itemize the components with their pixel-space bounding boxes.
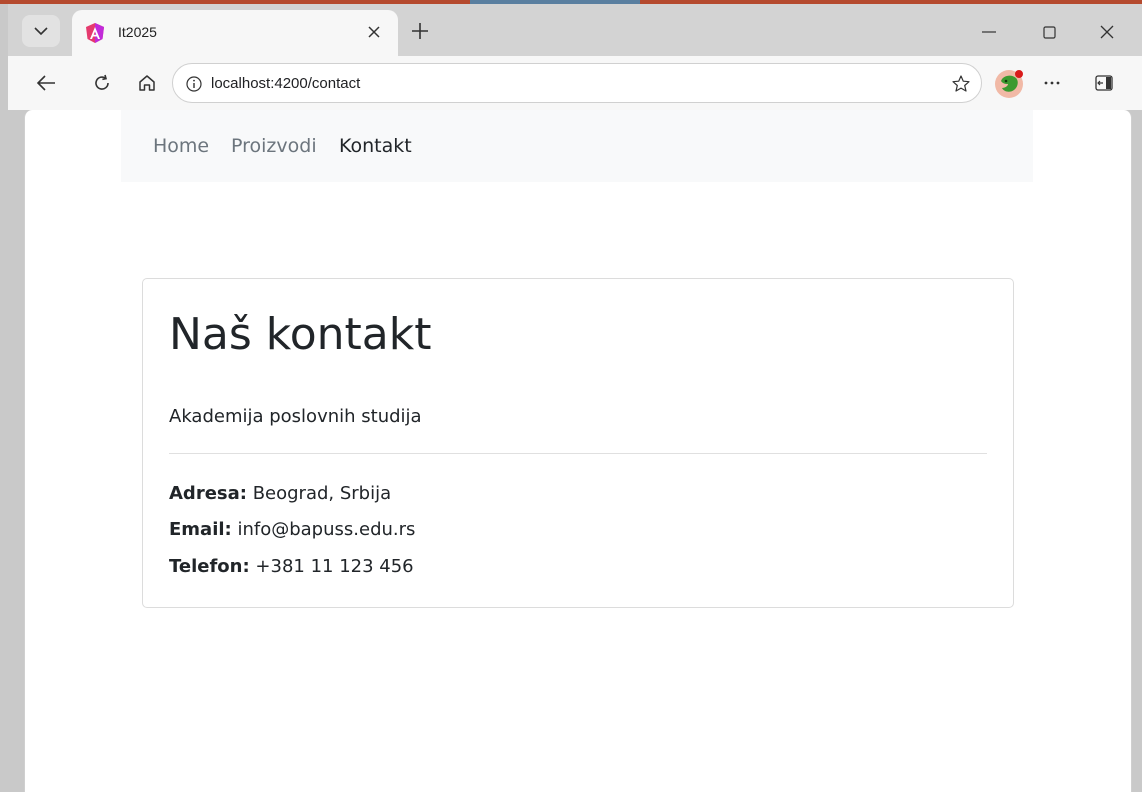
angular-favicon-icon [86, 23, 104, 43]
close-icon [368, 26, 380, 38]
url-text: localhost:4200/contact [211, 75, 361, 92]
more-dots-icon [1044, 81, 1060, 85]
minimize-icon [982, 31, 996, 33]
back-button[interactable] [32, 69, 60, 97]
email-label: Email: [169, 519, 232, 540]
maximize-icon [1042, 25, 1056, 39]
phone-label: Telefon: [169, 556, 250, 577]
phone-value: +381 11 123 456 [249, 556, 414, 577]
tab-title: It2025 [118, 24, 157, 40]
more-menu-button[interactable] [1038, 69, 1066, 97]
info-circle-icon [186, 76, 202, 92]
tab-close-button[interactable] [362, 20, 386, 44]
new-tab-button[interactable] [405, 16, 435, 46]
reload-icon [95, 74, 109, 90]
browser-toolbar: localhost:4200/contact [8, 56, 1142, 110]
card-subtitle: Akademija poslovnih studija [169, 406, 422, 427]
nav-link-contact[interactable]: Kontakt [339, 135, 412, 157]
page-viewport: Home Proizvodi Kontakt Naš kontakt Akade… [24, 110, 1132, 792]
email-line: Email: info@bapuss.edu.rs [169, 519, 415, 540]
reload-button[interactable] [88, 69, 116, 97]
active-tab[interactable]: It2025 [72, 10, 398, 56]
page-title: Naš kontakt [169, 309, 432, 360]
phone-line: Telefon: +381 11 123 456 [169, 556, 414, 577]
divider [169, 453, 987, 454]
address-bar[interactable]: localhost:4200/contact [172, 63, 982, 103]
nav-link-home[interactable]: Home [153, 135, 209, 157]
home-icon [139, 75, 155, 91]
sidebar-icon [1095, 75, 1113, 91]
site-navbar: Home Proizvodi Kontakt [121, 110, 1033, 182]
contact-card: Naš kontakt Akademija poslovnih studija … [142, 278, 1014, 608]
arrow-left-icon [36, 75, 55, 91]
nav-link-products[interactable]: Proizvodi [231, 135, 317, 157]
tab-search-button[interactable] [22, 15, 60, 47]
close-icon [1100, 25, 1114, 39]
home-button[interactable] [133, 69, 161, 97]
tab-bar: It2025 [8, 4, 1142, 56]
info-icon[interactable] [183, 73, 205, 95]
maximize-button[interactable] [1034, 18, 1064, 46]
address-value: Beograd, Srbija [246, 483, 392, 504]
chevron-down-icon [34, 27, 48, 36]
plus-icon [412, 23, 428, 39]
email-value: info@bapuss.edu.rs [231, 519, 416, 540]
minimize-button[interactable] [974, 18, 1004, 46]
window-close-button[interactable] [1092, 18, 1122, 46]
profile-avatar[interactable] [994, 69, 1024, 99]
favorite-button[interactable] [949, 72, 973, 96]
sidebar-toggle-button[interactable] [1090, 69, 1118, 97]
address-label: Adresa: [169, 483, 247, 504]
star-icon [952, 75, 970, 92]
address-line: Adresa: Beograd, Srbija [169, 483, 391, 504]
